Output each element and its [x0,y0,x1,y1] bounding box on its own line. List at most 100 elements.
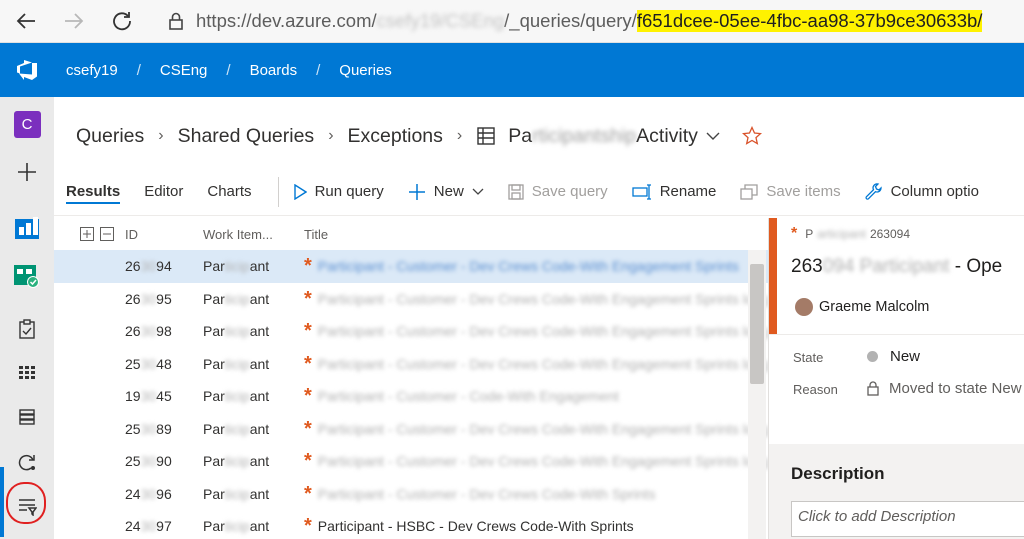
save-query-button[interactable]: Save query [508,183,608,200]
work-item-title[interactable]: 263094 Participant - Ope [791,256,1002,278]
column-header-work-item-type[interactable]: Work Item... [203,227,273,242]
tab-charts[interactable]: Charts [195,168,263,216]
avatar [795,298,813,316]
cell-title[interactable]: * Participant - Customer - Dev Crews Code… [304,419,768,439]
type-start: Par [203,323,225,340]
title-text: Participant - HSBC - Dev Crews Code-With… [317,518,634,535]
sprints-icon[interactable] [0,395,54,439]
forward-icon[interactable] [56,3,92,39]
type-end: ant [249,453,270,470]
backlogs-icon[interactable] [0,351,54,395]
type-blurred: ticip [224,518,250,535]
type-start: Par [203,258,225,275]
type-blurred: ticip [224,388,250,405]
table-row[interactable]: 243096 Participant * Participant - Customer… [54,478,768,511]
id-end: 90 [156,453,172,470]
add-icon[interactable] [0,150,54,194]
query-toolbar: Results Editor Charts Run query New Save… [54,168,1024,216]
cell-title[interactable]: * Participant - Customer - Dev Crews Code… [304,484,655,504]
type-end: ant [249,290,270,307]
crumb-exceptions[interactable]: Exceptions [348,125,443,148]
panel-divider [769,334,1024,335]
cell-title[interactable]: * Participant - Customer - Dev Crews Code… [304,451,768,471]
play-icon [293,183,307,200]
assigned-user[interactable]: Graeme Malcolm [795,298,929,316]
id-end: 96 [156,485,172,502]
azure-devops-logo-icon[interactable] [0,43,54,97]
chevron-right-icon: › [456,127,463,144]
cell-id: 253048 [125,356,172,372]
table-row[interactable]: 263098 Participant * Participant - Customer… [54,315,768,348]
table-row[interactable]: 243097 Participant * Participant - HSBC - D… [54,510,768,539]
rename-icon [632,183,652,200]
type-end: ant [249,420,270,437]
overview-icon[interactable] [0,205,54,249]
id-blurred: 30 [140,290,157,307]
cell-title[interactable]: * Participant - Customer - Dev Crews Code… [304,354,768,374]
table-row[interactable]: 193045 Participant * Participant - Customer… [54,380,768,413]
cell-title[interactable]: * Participant - Customer - Dev Crews Code… [304,321,768,341]
query-table-icon [476,126,496,146]
id-start: 26 [125,323,141,340]
project-avatar[interactable]: C [0,102,54,146]
reason-label: Reason [793,382,838,397]
cell-work-item-type: Participant [203,486,269,502]
crumb-queries[interactable]: Queries [76,125,144,148]
query-name[interactable]: ParticipantshipActivity [508,125,698,148]
type-end: ant [249,355,270,372]
refresh-icon[interactable] [104,3,140,39]
breadcrumb-separator: / [316,61,321,79]
description-input[interactable]: Click to add Description [791,501,1024,537]
breadcrumb-boards[interactable]: Boards [250,62,298,79]
cell-title[interactable]: * Participant - Customer - Dev Crews Code… [304,256,739,276]
column-header-id[interactable]: ID [125,227,138,242]
asterisk-icon: * [304,482,312,505]
state-field[interactable]: New [867,348,920,365]
save-items-label: Save items [766,183,841,200]
breadcrumb-org[interactable]: csefy19 [66,62,118,79]
favorite-star-icon[interactable] [741,126,762,146]
cell-work-item-type: Participant [203,388,269,404]
boards-icon[interactable] [0,254,54,298]
save-items-button[interactable]: Save items [740,183,841,200]
collapse-all-icon[interactable] [100,227,114,241]
plus-icon [408,183,426,201]
cell-title[interactable]: * Participant - HSBC - Dev Crews Code-Wit… [304,516,634,536]
cell-id: 253090 [125,453,172,469]
breadcrumb-project[interactable]: CSEng [160,62,208,79]
grid-scrollbar-thumb[interactable] [750,264,764,384]
cell-title[interactable]: * Participant - Customer - Code-With Enga… [304,386,619,406]
tab-editor[interactable]: Editor [132,168,195,216]
work-items-icon[interactable] [0,307,54,351]
type-start: Par [203,453,225,470]
type-end: ant [249,485,270,502]
back-icon[interactable] [8,3,44,39]
chevron-down-icon[interactable] [706,131,720,141]
column-options-label: Column optio [890,183,979,200]
type-end: ant [249,323,270,340]
run-query-button[interactable]: Run query [293,183,384,200]
table-row[interactable]: 263095 Participant * Participant - Customer… [54,283,768,316]
table-row[interactable]: 253090 Participant * Participant - Customer… [54,445,768,478]
tab-results[interactable]: Results [54,168,132,216]
wrench-icon [865,182,883,201]
breadcrumb-queries[interactable]: Queries [339,62,392,79]
column-header-title[interactable]: Title [304,227,328,242]
rename-button[interactable]: Rename [632,183,716,200]
address-bar[interactable]: https://dev.azure.com/ csefy19/CSEng /_q… [168,5,983,37]
expand-all-icon[interactable] [80,227,94,241]
cell-title[interactable]: * Participant - Customer - Dev Crews Code… [304,289,768,309]
id-end: 97 [156,518,172,535]
table-row[interactable]: 253048 Participant * Participant - Customer… [54,348,768,381]
id-end: 98 [156,323,172,340]
id-blurred: 30 [140,453,157,470]
user-name: Graeme Malcolm [819,299,930,315]
save-query-label: Save query [531,183,608,200]
new-button[interactable]: New [408,183,484,201]
crumb-shared-queries[interactable]: Shared Queries [178,125,315,148]
cell-work-item-type: Participant [203,453,269,469]
table-row[interactable]: 253089 Participant * Participant - Customer… [54,413,768,446]
column-options-button[interactable]: Column optio [865,182,979,201]
table-row[interactable]: 263094 Participant * Participant - Customer… [54,250,768,283]
delivery-plans-icon[interactable] [0,440,54,484]
